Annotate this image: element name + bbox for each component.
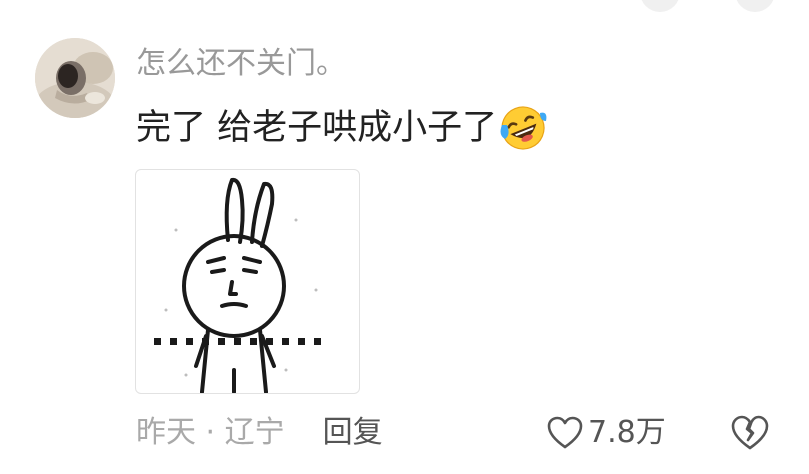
username[interactable]: 怎么还不关门。 <box>136 44 346 84</box>
like-count: 7.8万 <box>588 415 666 450</box>
top-action-button-right[interactable] <box>735 0 775 12</box>
like-button[interactable]: 7.8万 <box>546 412 666 454</box>
time-location: 昨天 · 辽宁 <box>136 415 285 450</box>
broken-heart-icon <box>731 415 769 450</box>
heart-outline-icon <box>547 416 583 449</box>
comment-item: 怎么还不关门。 完了 给老子哄成小子了 昨天 · 辽宁 回复 7.8万 <box>0 0 809 474</box>
avatar[interactable] <box>35 38 115 118</box>
reply-button[interactable]: 回复 <box>323 412 383 454</box>
rabbit-meme-sticker-image[interactable] <box>135 169 360 394</box>
rolling-on-floor-laughing-emoji-icon <box>498 103 548 153</box>
dislike-button[interactable] <box>730 414 770 452</box>
comment-text: 完了 给老子哄成小子了 <box>136 108 498 148</box>
comment-meta: 昨天 · 辽宁 回复 <box>136 412 383 454</box>
comment-content: 完了 给老子哄成小子了 <box>136 104 548 152</box>
top-action-button-left[interactable] <box>640 0 680 12</box>
